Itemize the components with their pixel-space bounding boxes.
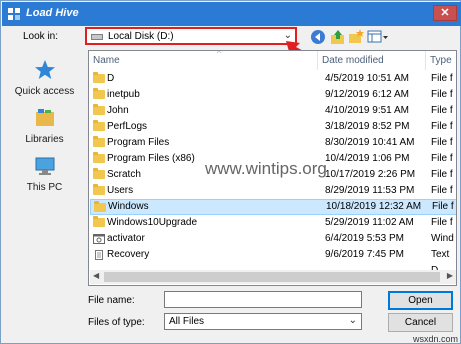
registry-app-icon (8, 8, 20, 20)
file-type: File f (431, 121, 453, 132)
list-item[interactable]: Program Files 8/30/2019 10:41 AM File f (90, 135, 456, 151)
files-of-type-value: All Files (169, 316, 205, 327)
folder-icon (93, 88, 105, 99)
file-date: 5/29/2019 11:02 AM (325, 217, 414, 228)
open-button[interactable]: Open (388, 291, 453, 310)
list-item[interactable]: Users 8/29/2019 11:53 PM File f (90, 183, 456, 199)
look-in-value: Local Disk (D:) (108, 31, 174, 42)
watermark: www.wintips.org (205, 159, 327, 178)
folder-icon (93, 216, 105, 227)
file-name: John (107, 105, 129, 116)
folder-icon (93, 184, 105, 195)
file-type: File f (431, 169, 453, 180)
column-header-type[interactable]: Type (426, 51, 456, 70)
file-date: 10/4/2019 1:06 PM (325, 153, 410, 164)
file-type: File f (431, 89, 453, 100)
place-label: Libraries (25, 134, 64, 145)
horizontal-scrollbar[interactable]: ◀ ▶ (90, 270, 456, 284)
load-hive-dialog: Load Hive ✕ Look in: Local Disk (D:) ⌄ Q… (0, 0, 461, 344)
list-item-selected[interactable]: Windows 10/18/2019 12:32 AM File f (90, 199, 456, 215)
up-folder-icon[interactable] (330, 29, 346, 45)
file-name: Program Files (107, 137, 170, 148)
quick-access-star-icon (34, 60, 55, 79)
file-name: PerfLogs (107, 121, 148, 132)
file-name: Users (107, 185, 134, 196)
file-date: 8/29/2019 11:53 PM (325, 185, 415, 196)
folder-icon (93, 72, 105, 83)
file-name: inetpub (107, 89, 140, 100)
title-bar[interactable]: Load Hive ✕ (2, 2, 461, 26)
files-of-type-label: Files of type: (88, 317, 145, 328)
file-name: Windows (108, 201, 149, 212)
file-name: Program Files (x86) (107, 153, 195, 164)
file-date: 3/18/2019 8:52 PM (325, 121, 410, 132)
file-date: 8/30/2019 10:41 AM (325, 137, 415, 148)
folder-icon (93, 104, 105, 115)
list-item[interactable]: inetpub 9/12/2019 6:12 AM File f (90, 87, 456, 103)
file-name: activator (107, 233, 145, 244)
column-header-name[interactable]: Name (89, 51, 318, 70)
file-date: 4/5/2019 10:51 AM (325, 73, 409, 84)
scroll-right-icon[interactable]: ▶ (447, 271, 453, 280)
look-in-label: Look in: (23, 31, 59, 42)
scrollbar-thumb[interactable] (104, 272, 440, 282)
file-date: 6/4/2019 5:53 PM (325, 233, 404, 244)
file-date: 4/10/2019 9:51 AM (325, 105, 409, 116)
file-date: 9/12/2019 6:12 AM (325, 89, 409, 100)
file-name: Windows10Upgrade (107, 217, 198, 228)
corner-watermark: wsxdn.com (413, 334, 459, 344)
file-name: Scratch (107, 169, 141, 180)
view-menu-icon[interactable] (367, 29, 389, 45)
file-type: File f (431, 105, 453, 116)
files-of-type-select[interactable]: All Files ⌄ (164, 313, 362, 330)
this-pc-icon (35, 157, 54, 175)
look-in-dropdown[interactable]: Local Disk (D:) ⌄ (85, 27, 297, 45)
folder-icon (93, 120, 105, 131)
file-name-label: File name: (88, 295, 135, 306)
place-this-pc[interactable]: This PC (7, 155, 82, 193)
chevron-down-icon: ⌄ (348, 315, 357, 326)
cancel-button[interactable]: Cancel (388, 313, 453, 332)
list-item[interactable]: activator 6/4/2019 5:53 PM Wind (90, 231, 456, 247)
file-name: D (107, 73, 115, 84)
folder-icon (93, 152, 105, 163)
place-quick-access[interactable]: Quick access (7, 59, 82, 97)
file-name-input[interactable] (164, 291, 362, 308)
close-button[interactable]: ✕ (433, 5, 457, 21)
list-item[interactable]: Recovery 9/6/2019 7:45 PM Text D (90, 247, 456, 276)
folder-icon (94, 201, 106, 212)
place-label: This PC (26, 182, 63, 193)
new-folder-icon[interactable] (348, 29, 364, 45)
file-type: File f (431, 153, 453, 164)
list-item[interactable]: PerfLogs 3/18/2019 8:52 PM File f (90, 119, 456, 135)
list-item[interactable]: Windows10Upgrade 5/29/2019 11:02 AM File… (90, 215, 456, 231)
file-date: 9/6/2019 7:45 PM (325, 249, 404, 260)
file-type: File f (432, 201, 454, 212)
file-date: 10/18/2019 12:32 AM (326, 201, 422, 212)
place-libraries[interactable]: Libraries (7, 107, 82, 145)
file-name: Recovery (107, 249, 150, 260)
back-icon[interactable] (310, 29, 326, 45)
list-item[interactable]: D 4/5/2019 10:51 AM File f (90, 71, 456, 87)
file-type: File f (431, 217, 453, 228)
place-label: Quick access (14, 86, 75, 97)
file-type: File f (431, 185, 453, 196)
list-item[interactable]: John 4/10/2019 9:51 AM File f (90, 103, 456, 119)
file-date: 10/17/2019 2:26 PM (325, 169, 416, 180)
file-type: File f (431, 137, 453, 148)
folder-icon (93, 168, 105, 179)
scroll-left-icon[interactable]: ◀ (93, 271, 99, 280)
close-icon: ✕ (440, 7, 450, 19)
places-bar: Quick access Libraries This PC (7, 51, 82, 301)
window-title: Load Hive (26, 7, 79, 19)
file-type: Wind (431, 233, 454, 244)
folder-icon (93, 136, 105, 147)
executable-file-icon (93, 234, 105, 244)
column-header-date[interactable]: Date modified (318, 51, 426, 70)
drive-icon (91, 34, 103, 40)
text-file-icon (95, 250, 103, 260)
file-type: File f (431, 73, 453, 84)
libraries-icon (35, 109, 54, 126)
